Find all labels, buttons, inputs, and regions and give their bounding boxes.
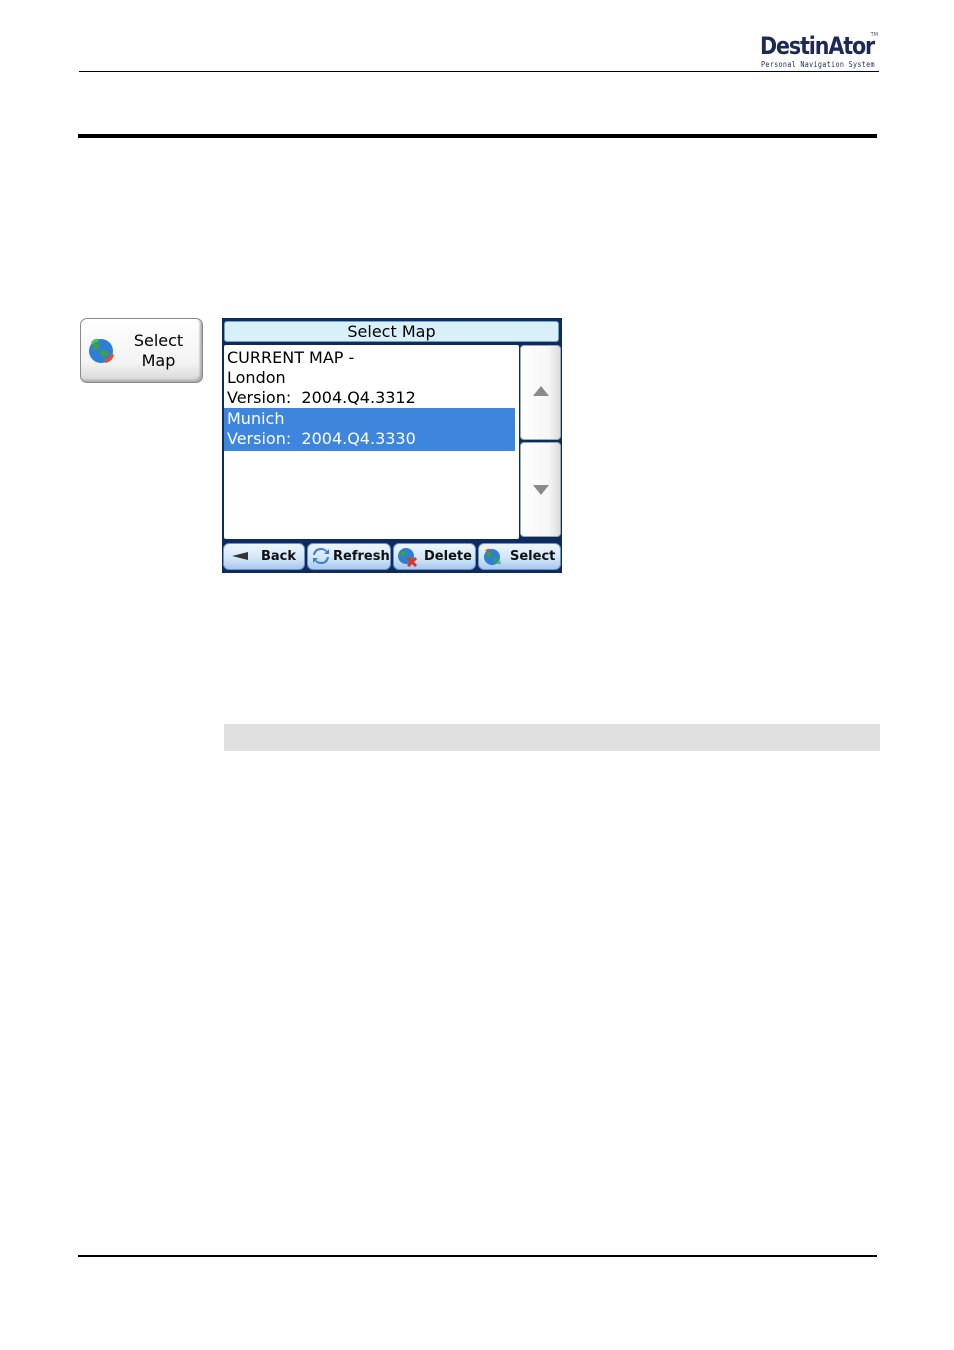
header-rule xyxy=(79,71,879,72)
footer-rule xyxy=(78,1255,877,1257)
select-button[interactable]: Select xyxy=(478,543,561,570)
refresh-icon xyxy=(313,548,329,564)
delete-button[interactable]: Delete xyxy=(393,543,476,570)
shaded-table-header xyxy=(224,724,880,751)
refresh-button[interactable]: Refresh xyxy=(307,543,391,570)
logo-wordmark: DestinAtor xyxy=(760,32,875,60)
select-map-screen: Select Map CURRENT MAP - London Version:… xyxy=(222,318,562,573)
globe-refresh-icon xyxy=(89,338,114,363)
back-arrow-icon xyxy=(232,552,248,560)
back-button[interactable]: Back xyxy=(223,543,305,570)
select-map-label: Select Map xyxy=(133,331,184,370)
map-list: CURRENT MAP - London Version: 2004.Q4.33… xyxy=(224,345,519,539)
globe-delete-icon xyxy=(398,548,417,567)
screen-title: Select Map xyxy=(224,321,559,342)
logo-trademark: TM xyxy=(870,32,878,38)
globe-select-icon xyxy=(484,548,501,565)
scroll-down-button[interactable] xyxy=(520,442,561,537)
triangle-down-icon xyxy=(533,485,549,495)
screen-toolbar: Back Refresh Delete Select xyxy=(223,543,561,570)
map-list-item-london[interactable]: CURRENT MAP - London Version: 2004.Q4.33… xyxy=(224,345,519,408)
map-list-item-munich[interactable]: Munich Version: 2004.Q4.3330 xyxy=(224,408,515,451)
section-divider xyxy=(78,134,877,138)
select-map-button[interactable]: Select Map xyxy=(80,318,203,383)
logo-subtitle: Personal Navigation System xyxy=(761,60,875,69)
triangle-up-icon xyxy=(533,386,549,396)
destinator-logo: DestinAtor TM Personal Navigation System xyxy=(758,32,882,71)
scroll-up-button[interactable] xyxy=(520,345,561,440)
